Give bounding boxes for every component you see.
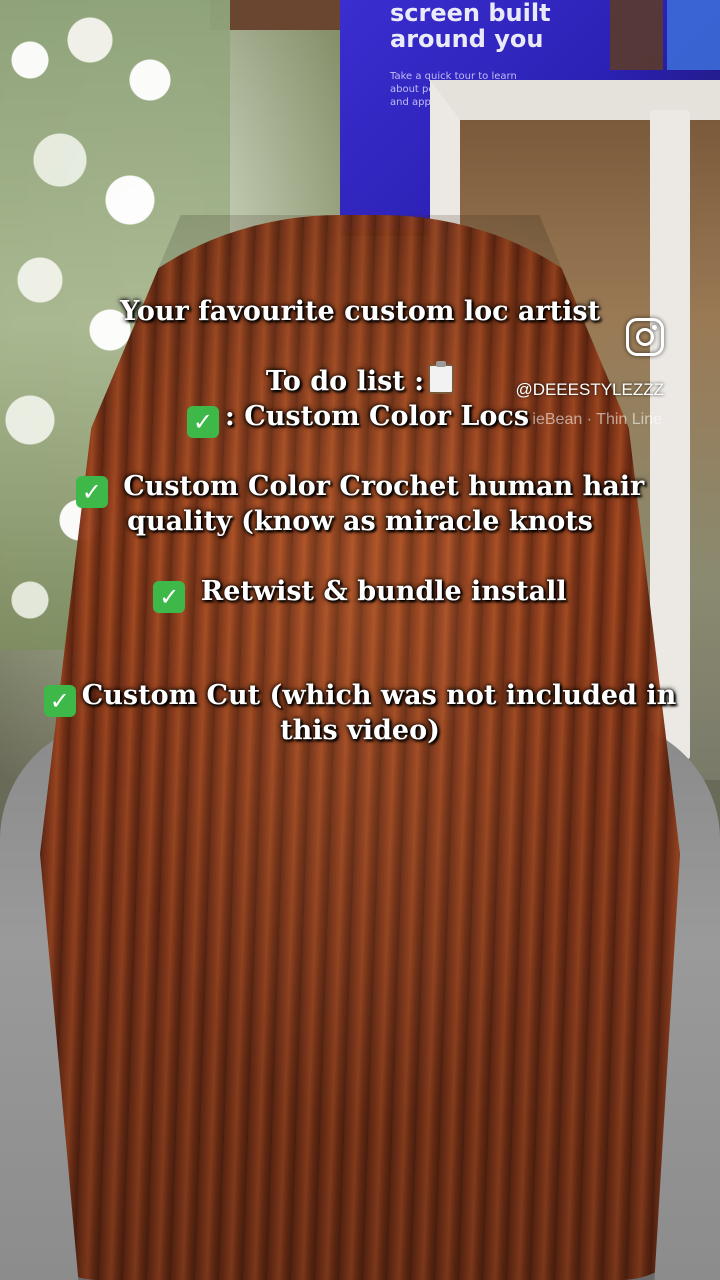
checkmark-icon: ✓: [186, 406, 219, 438]
todo-header: To do list :: [265, 366, 425, 397]
instagram-icon: [626, 318, 664, 356]
todo-item-3: ✓ Retwist & bundle install: [0, 574, 720, 613]
creator-handle: @DEEESTYLEZZZ: [515, 380, 664, 399]
todo-item-2-line2: quality (know as miracle knots: [127, 506, 593, 537]
caption-title: Your favourite custom loc artist: [119, 296, 601, 327]
todo-item-2: ✓ Custom Color Crochet human hair: [0, 469, 720, 508]
todo-item-3-text: Retwist & bundle install: [200, 576, 567, 607]
tv-app-tiles: [610, 0, 720, 70]
checkmark-icon: ✓: [153, 581, 186, 613]
video-frame: screen built around you Take a quick tou…: [0, 0, 720, 1280]
font-credit: ieBean · Thin Line: [532, 411, 662, 428]
todo-item-4-line2: this video): [280, 715, 440, 746]
todo-item-4-text-line1: Custom Cut (which was not included in: [81, 680, 677, 711]
tv-headline: screen built around you: [390, 0, 551, 53]
clipboard-icon: [428, 361, 455, 394]
todo-item-4: ✓ Custom Cut (which was not included in: [0, 678, 720, 717]
todo-item-2-text-line1: Custom Color Crochet human hair: [123, 471, 645, 502]
